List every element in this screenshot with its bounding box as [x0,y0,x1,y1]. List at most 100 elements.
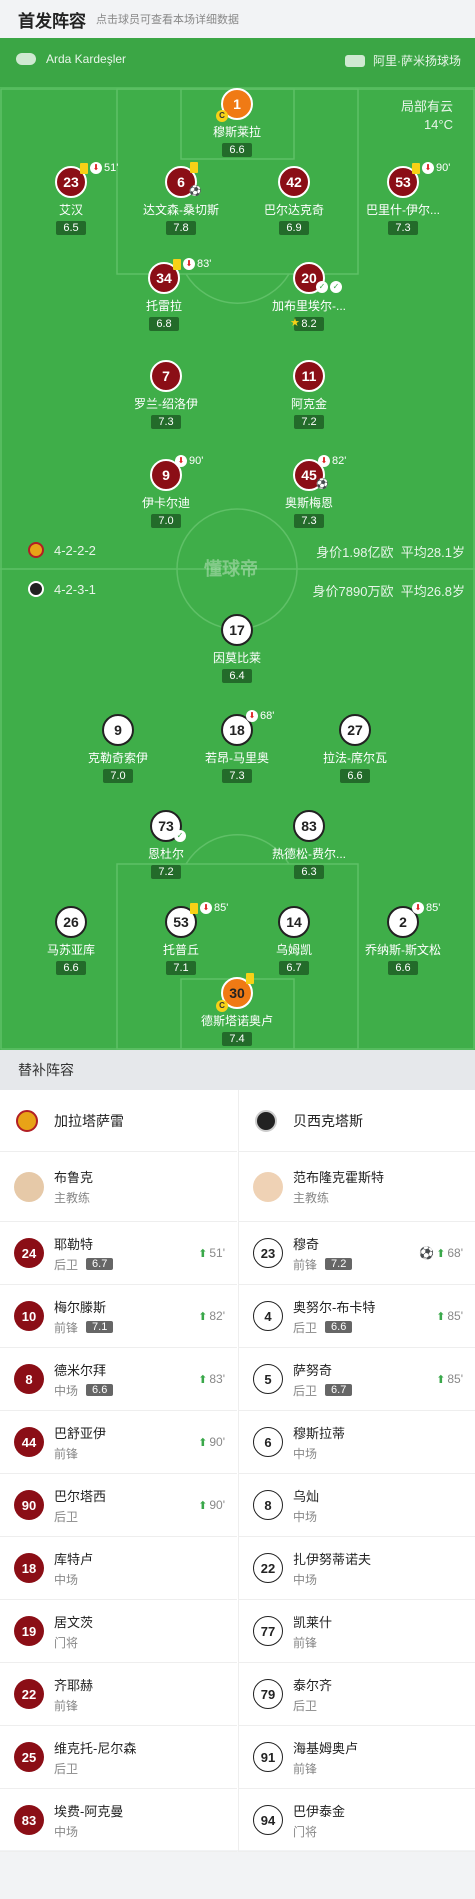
sub-in-time: ⚽ ⬆ 68' [419,1246,463,1260]
player-home-st2[interactable]: 45 奥斯梅恩 7.3 [249,459,369,529]
home-team-row[interactable]: 加拉塔萨雷 [0,1090,237,1152]
sub-player-row[interactable]: 22 齐耶赫 前锋 [0,1663,237,1726]
sub-player-row[interactable]: 77 凯莱什 前锋 [239,1600,475,1663]
away-formation-text: 4-2-3-1 [54,581,96,597]
sub-rating: 6.6 [325,1321,353,1333]
home-subs: 加拉塔萨雷 布鲁克 主教练 24 耶勒特 后卫 6.7 ⬆ 51' 10 梅尔滕斯 前锋 7.1 ⬆ 8… [0,1090,237,1852]
player-away-lw[interactable]: 9 克勒奇索伊 7.0 [58,714,178,784]
home-coach[interactable]: Arda Kardeşler [16,52,126,66]
away-team-name: 贝西克塔斯 [293,1112,363,1129]
player-away-cb2[interactable]: 14 乌姆凯 6.7 [234,906,354,976]
player-home-cb1[interactable]: 6 达文森-桑切斯 7.8 [121,166,241,236]
player-away-rb[interactable]: 2 乔纳斯-斯文松 6.6 [343,906,463,976]
sub-badge: ⬇ 51' [80,162,118,174]
player-name: 巴尔达克奇 [263,203,324,217]
sub-player-row[interactable]: 90 巴尔塔西 后卫 ⬆ 90' [0,1474,237,1537]
sub-player-row[interactable]: 19 居文茨 门将 [0,1600,237,1663]
player-rating: 6.6 [222,143,252,157]
sub-player-row[interactable]: 4 奥努尔-布卡特 后卫 6.6 ⬆ 85' [239,1285,475,1348]
player-away-dm2[interactable]: 83 热德松-费尔... 6.3 [249,810,369,880]
sub-number: 94 [253,1805,283,1835]
player-away-rw[interactable]: 27 拉法-席尔瓦 6.6 [295,714,415,784]
sub-position: 门将 [293,1824,318,1839]
sub-info: 凯莱什 前锋 [293,1612,332,1651]
sub-position: 后卫 [54,1257,79,1272]
away-formation: 4-2-3-1 [28,581,96,597]
sub-player-row[interactable]: 44 巴舒亚伊 前锋 ⬆ 90' [0,1411,237,1474]
sub-time: 85' [426,902,441,914]
sub-position-line: 门将 [54,1634,93,1651]
sub-player-row[interactable]: 6 穆斯拉蒂 中场 [239,1411,475,1474]
player-home-am2[interactable]: 11 阿克金 7.2 [249,360,369,430]
sub-player-row[interactable]: 8 德米尔拜 中场 6.6 ⬆ 83' [0,1348,237,1411]
player-home-rb[interactable]: 53 巴里什-伊尔... 7.3 [343,166,463,236]
player-home-am1[interactable]: 7 罗兰-绍洛伊 7.3 [106,360,226,430]
player-away-dm1[interactable]: 73 恩杜尔 7.2 [106,810,226,880]
weather: 局部有云 14°C [401,98,453,134]
player-home-dm1[interactable]: 34 托雷拉 6.8 [104,262,224,332]
player-away-st[interactable]: 17 因莫比莱 6.4 [177,614,297,684]
sub-position: 中场 [54,1824,79,1839]
sub-number: 8 [14,1364,44,1394]
sub-in-icon: ⬆ [198,1499,208,1512]
sub-player-row[interactable]: 8 乌灿 中场 [239,1474,475,1537]
sub-number: 44 [14,1427,44,1457]
player-rating: 6.6 [388,961,418,975]
temperature: 14°C [423,117,453,132]
sub-time: 85' [214,902,229,914]
sub-in-icon: ⬆ [198,1310,208,1323]
sub-position-line: 后卫 6.6 [293,1319,375,1336]
sub-player-row[interactable]: 22 扎伊努蒂诺夫 中场 [239,1537,475,1600]
yellow-card-icon [190,902,198,914]
player-home-gk[interactable]: 1 穆斯莱拉 6.6 [177,88,297,158]
sub-info: 维克托-尼尔森 后卫 [54,1738,136,1777]
sub-out-icon: ⬇ [412,902,424,914]
sub-player-row[interactable]: 94 巴伊泰金 门将 [239,1789,475,1852]
sub-info: 耶勒特 后卫 6.7 [54,1234,114,1273]
sub-player-row[interactable]: 18 库特卢 中场 [0,1537,237,1600]
sub-time: 82' [332,455,347,467]
away-coach-row[interactable]: 范布隆克霍斯特 主教练 [239,1152,475,1222]
player-number: 11 [293,360,325,392]
player-away-am[interactable]: 18 若昂-马里奥 7.3 [177,714,297,784]
sub-player-row[interactable]: 25 维克托-尼尔森 后卫 [0,1726,237,1789]
sub-name: 埃费-阿克曼 [54,1803,124,1819]
sub-badge: ⬇ 82' [318,455,346,467]
sub-position: 中场 [293,1446,318,1461]
card-badge [190,162,198,173]
sub-info: 穆奇 前锋 7.2 [293,1234,353,1273]
sub-player-row[interactable]: 91 海基姆奥卢 前锋 [239,1726,475,1789]
player-rating: 7.3 [151,415,181,429]
sub-player-row[interactable]: 83 埃费-阿克曼 中场 [0,1789,237,1852]
sub-number: 90 [14,1490,44,1520]
sub-player-row[interactable]: 79 泰尔齐 后卫 [239,1663,475,1726]
home-coach-row[interactable]: 布鲁克 主教练 [0,1152,237,1222]
player-home-lb[interactable]: 23 艾汉 6.5 [11,166,131,236]
player-away-lb[interactable]: 26 马苏亚库 6.6 [11,906,131,976]
sub-name: 齐耶赫 [54,1677,94,1693]
sub-info: 萨努奇 后卫 6.7 [293,1360,353,1399]
sub-info: 奥努尔-布卡特 后卫 6.6 [293,1297,375,1336]
sub-player-row[interactable]: 10 梅尔滕斯 前锋 7.1 ⬆ 82' [0,1285,237,1348]
home-market-value: 身价1.98亿欧 [316,545,394,560]
player-rating: 6.8 [149,317,179,331]
coach-role: 主教练 [293,1191,330,1205]
sub-position: 中场 [54,1383,79,1398]
sub-number: 6 [253,1427,283,1457]
player-home-dm2[interactable]: 20 加布里埃尔-... 8.2 [249,262,369,332]
sub-player-row[interactable]: 5 萨努奇 后卫 6.7 ⬆ 85' [239,1348,475,1411]
sub-player-row[interactable]: 23 穆奇 前锋 7.2 ⚽ ⬆ 68' [239,1222,475,1285]
sub-player-row[interactable]: 24 耶勒特 后卫 6.7 ⬆ 51' [0,1222,237,1285]
sub-name: 巴尔塔西 [54,1488,107,1504]
player-away-gk[interactable]: 30 德斯塔诺奥卢 7.4 [177,977,297,1047]
lineup-header: 首发阵容 点击球员可查看本场详细数据 [0,0,475,38]
sub-time: 90' [436,162,451,174]
sub-position: 前锋 [54,1446,79,1461]
player-home-st1[interactable]: 9 伊卡尔迪 7.0 [106,459,226,529]
sub-out-icon: ⬇ [183,258,195,270]
sub-position-line: 前锋 [293,1760,358,1777]
sub-in-time: ⬆ 85' [436,1372,463,1386]
player-away-cb1[interactable]: 53 托普丘 7.1 [121,906,241,976]
player-home-cb2[interactable]: 42 巴尔达克奇 6.9 [234,166,354,236]
away-team-row[interactable]: 贝西克塔斯 [239,1090,475,1152]
